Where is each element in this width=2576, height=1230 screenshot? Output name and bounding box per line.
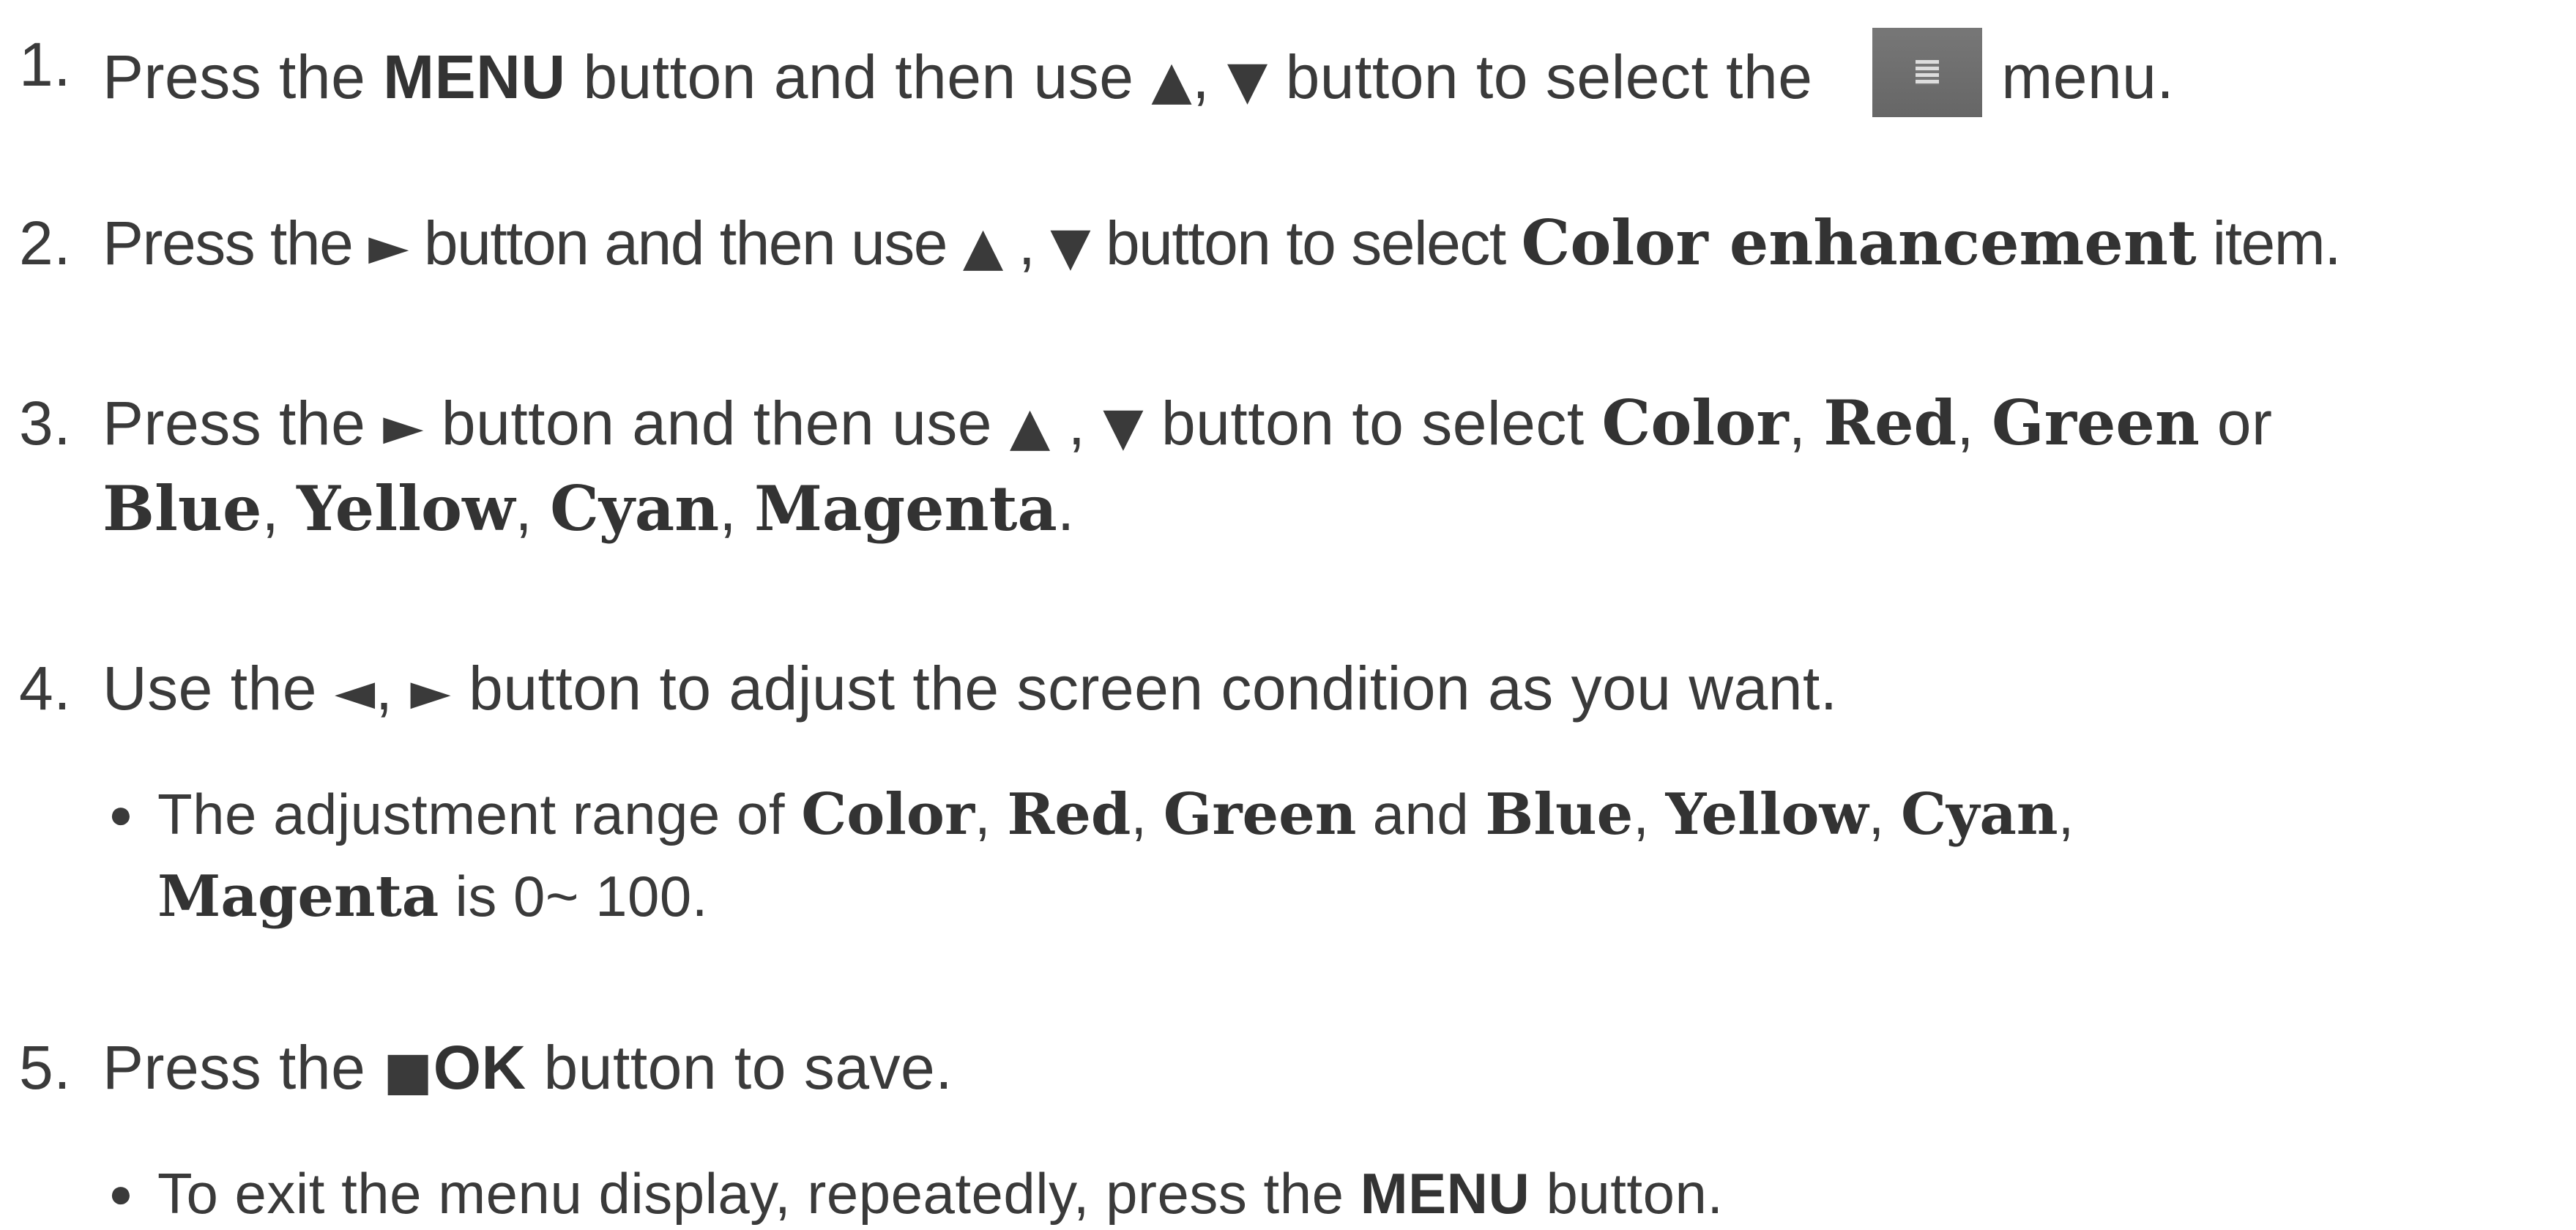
up-arrow-icon: ▲ xyxy=(962,215,1003,277)
right-arrow-icon: ► xyxy=(410,660,452,722)
cyan-label: Cyan xyxy=(550,472,720,545)
up-arrow-icon: ▲ xyxy=(1009,395,1051,457)
magenta-label: Magenta xyxy=(157,863,439,930)
green-label: Green xyxy=(1991,387,2200,459)
cyan-label: Cyan xyxy=(1900,781,2058,848)
yellow-label: Yellow xyxy=(1665,781,1869,848)
step-text: Press the ► button and then use ▲ , ▼ bu… xyxy=(103,387,2273,459)
up-arrow-icon: ▲ xyxy=(1151,49,1193,111)
blue-label: Blue xyxy=(103,472,262,545)
down-arrow-icon: ▼ xyxy=(1050,215,1090,277)
right-arrow-icon: ► xyxy=(383,395,425,457)
step-text: Use the ◄, ► button to adjust the screen… xyxy=(103,654,1838,723)
step-number: 4. xyxy=(19,654,72,723)
step-number: 1. xyxy=(19,30,72,99)
step-text-continued: Blue, Yellow, Cyan, Magenta. xyxy=(103,472,1075,545)
yellow-label: Yellow xyxy=(297,472,515,545)
bullet-icon: ● xyxy=(108,1170,134,1216)
magenta-label: Magenta xyxy=(753,472,1057,545)
blue-label: Blue xyxy=(1485,781,1634,848)
bullet-icon: ● xyxy=(108,791,134,837)
red-label: Red xyxy=(1007,781,1131,848)
color-label: Color xyxy=(801,781,975,848)
note-text: To exit the menu display, repeatedly, pr… xyxy=(157,1161,1724,1226)
menu-key-label: MENU xyxy=(383,42,566,111)
right-arrow-icon: ► xyxy=(368,215,409,277)
menu-icon xyxy=(1872,28,1983,117)
menu-key-label: MENU xyxy=(1360,1161,1530,1226)
square-icon: ■ xyxy=(383,1040,433,1101)
step-text: Press the ■OK button to save. xyxy=(103,1033,953,1102)
step-text: Press the ► button and then use ▲ , ▼ bu… xyxy=(103,206,2342,279)
menu-glyph-icon xyxy=(1916,60,1940,85)
note-text: The adjustment range of Color, Red, Gree… xyxy=(157,781,2074,848)
step-text: Press the MENU button and then use ▲, ▼ … xyxy=(103,28,2174,117)
down-arrow-icon: ▼ xyxy=(1226,49,1268,111)
ok-key-label: OK xyxy=(433,1033,526,1102)
green-label: Green xyxy=(1163,781,1357,848)
down-arrow-icon: ▼ xyxy=(1103,395,1144,457)
step-number: 2. xyxy=(19,209,72,277)
color-label: Color xyxy=(1601,387,1789,459)
step-number: 3. xyxy=(19,389,72,458)
step-number: 5. xyxy=(19,1033,72,1102)
red-label: Red xyxy=(1823,387,1957,459)
note-text-continued: Magenta is 0~ 100. xyxy=(157,863,708,930)
left-arrow-icon: ◄ xyxy=(334,660,376,722)
color-enhancement-label: Color enhancement xyxy=(1521,206,2197,279)
